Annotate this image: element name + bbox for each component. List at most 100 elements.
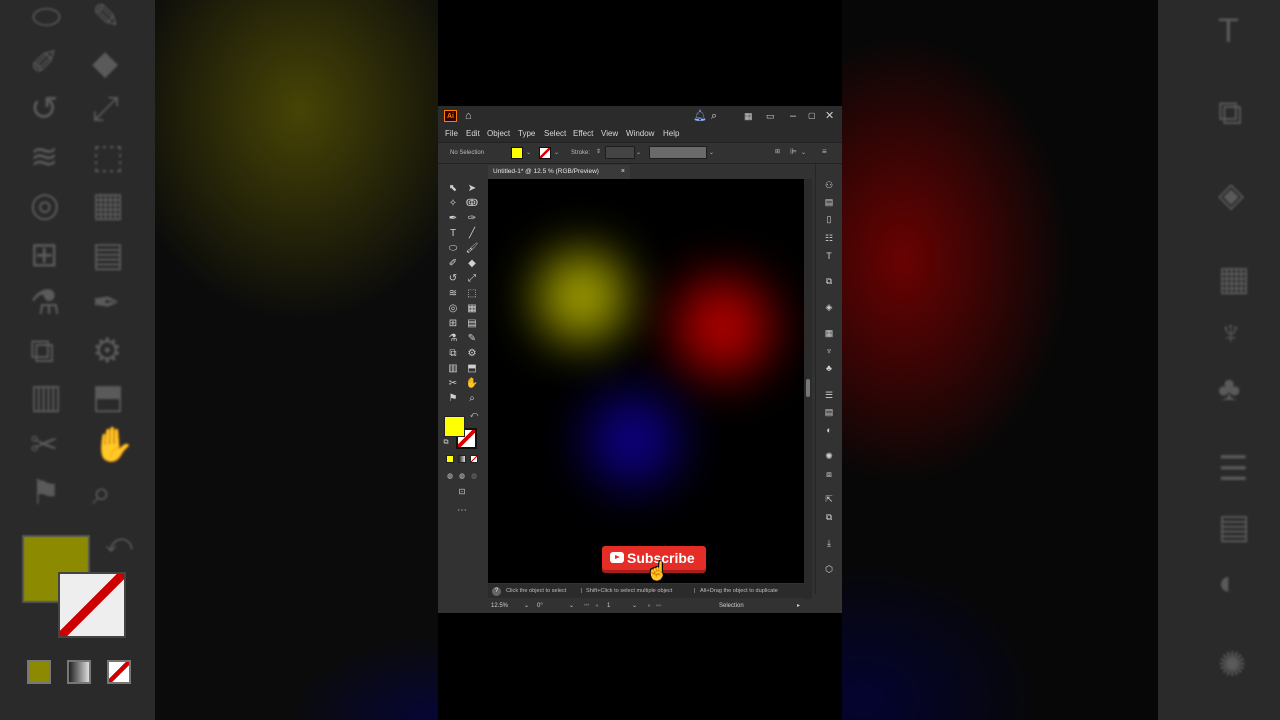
gradient-mode-button[interactable] <box>458 455 466 463</box>
direct-selection-tool-icon[interactable]: ➤ <box>463 182 481 196</box>
swatches-panel-icon[interactable]: ▦ <box>822 326 836 340</box>
zoom-dropdown-icon[interactable]: ⌄ <box>524 601 529 611</box>
vertical-scrollbar[interactable] <box>804 179 812 599</box>
workspace-icon[interactable]: ▭ <box>766 108 775 124</box>
blend-tool-icon[interactable]: ⧉ <box>444 347 462 361</box>
edit-toolbar-icon[interactable]: ⋯ <box>453 504 471 518</box>
close-icon[interactable]: ✕ <box>825 108 834 124</box>
transform-icon[interactable]: ⊫ <box>790 147 797 157</box>
symbols-panel-icon[interactable]: ♣ <box>822 361 836 375</box>
maximize-icon[interactable]: ▢ <box>808 108 816 124</box>
none-mode-button[interactable] <box>470 455 478 463</box>
stroke-color-swatch[interactable] <box>539 147 551 159</box>
stroke-panel-icon[interactable]: ☰ <box>822 388 836 402</box>
last-artboard-icon[interactable]: ⏭ <box>656 601 661 611</box>
bell-icon[interactable]: 🔔︎ <box>693 108 707 124</box>
touch-type-icon[interactable]: T <box>822 249 836 263</box>
menu-view[interactable]: View <box>601 128 618 140</box>
draw-inside-icon[interactable]: ◍ <box>465 470 483 484</box>
panel-menu-icon[interactable]: ≡ <box>822 147 827 157</box>
gradient-panel-icon[interactable]: ▤ <box>822 405 836 419</box>
brushes-panel-icon[interactable]: ♆ <box>822 344 836 358</box>
shaper-tool-icon[interactable]: ✐ <box>444 257 462 271</box>
line-tool-icon[interactable]: ╱ <box>463 227 481 241</box>
minimize-icon[interactable]: – <box>790 108 796 124</box>
fill-dropdown-icon[interactable]: ⌄ <box>526 148 531 158</box>
next-artboard-icon[interactable]: ▸ <box>648 601 651 611</box>
tool-fill-swatch[interactable] <box>444 416 465 437</box>
help-icon[interactable]: ? <box>492 587 501 596</box>
document-tab[interactable]: Untitled-1* @ 12.5 % (RGB/Preview) × <box>488 165 630 179</box>
measure-tool-icon[interactable]: ✎ <box>463 332 481 346</box>
export-panel-icon[interactable]: ⇱ <box>822 492 836 506</box>
free-transform-tool-icon[interactable]: ⬚ <box>463 287 481 301</box>
shape-builder-tool-icon[interactable]: ◎ <box>444 302 462 316</box>
perspective-grid-tool-icon[interactable]: ▦ <box>463 302 481 316</box>
menu-file[interactable]: File <box>445 128 458 140</box>
artboard-dropdown-icon[interactable]: ⌄ <box>632 601 637 611</box>
variable-width-profile[interactable] <box>649 146 707 159</box>
ellipse-tool-icon[interactable]: ⬭ <box>444 242 462 256</box>
first-artboard-icon[interactable]: ⏮ <box>584 601 589 611</box>
hand-tool-icon[interactable]: ✋ <box>463 377 481 391</box>
gradient-tool-icon[interactable]: ▤ <box>463 317 481 331</box>
adjustments-panel-icon[interactable]: ☷ <box>822 231 836 245</box>
blue-blur-circle[interactable] <box>570 377 696 503</box>
scale-tool-icon[interactable]: ⤢ <box>463 272 481 286</box>
menu-edit[interactable]: Edit <box>466 128 480 140</box>
stroke-dropdown-icon[interactable]: ⌄ <box>554 148 559 158</box>
artboard-number[interactable]: 1 <box>607 601 610 611</box>
libraries-panel-icon[interactable]: ▤ <box>822 195 836 209</box>
warp-tool-icon[interactable]: ≋ <box>444 287 462 301</box>
magic-wand-tool-icon[interactable]: ✧ <box>444 197 462 211</box>
appearance-panel-icon[interactable]: ✺ <box>822 449 836 463</box>
selection-tool-icon[interactable]: ⬉ <box>444 182 462 196</box>
screen-mode-icon[interactable]: ⊡ <box>453 485 471 499</box>
lasso-tool-icon[interactable]: ↂ <box>463 197 481 211</box>
rotation-angle[interactable]: 0° <box>537 601 543 611</box>
zoom-tool-icon[interactable]: ⌕ <box>463 392 481 406</box>
menu-type[interactable]: Type <box>518 128 535 140</box>
red-blur-circle[interactable] <box>658 257 788 397</box>
paintbrush-tool-icon[interactable]: 🖌︎ <box>463 242 481 256</box>
previous-artboard-icon[interactable]: ◂ <box>595 601 598 611</box>
color-mode-button[interactable] <box>446 455 454 463</box>
document-tab-close-icon[interactable]: × <box>621 165 625 179</box>
align-icon[interactable]: ⊞ <box>775 147 780 157</box>
graph-tool-icon[interactable]: ▥ <box>444 362 462 376</box>
menu-object[interactable]: Object <box>487 128 510 140</box>
properties-panel-icon[interactable]: ⚇ <box>822 178 836 192</box>
artboard-tool-icon[interactable]: ⬒ <box>463 362 481 376</box>
3d-materials-icon[interactable]: ⬡ <box>822 562 836 576</box>
rotate-tool-icon[interactable]: ↺ <box>444 272 462 286</box>
menu-select[interactable]: Select <box>544 128 566 140</box>
search-icon[interactable]: ⌕ <box>711 108 717 124</box>
arrange-documents-icon[interactable]: ▦ <box>744 108 753 124</box>
swap-fill-stroke-icon[interactable]: ⤺ <box>465 408 483 422</box>
layers-panel-icon[interactable]: ◈ <box>822 300 836 314</box>
menu-effect[interactable]: Effect <box>573 128 593 140</box>
pen-tool-icon[interactable]: ✒ <box>444 212 462 226</box>
status-menu-arrow-icon[interactable]: ▸ <box>797 601 800 611</box>
menu-help[interactable]: Help <box>663 128 679 140</box>
rotation-dropdown-icon[interactable]: ⌄ <box>569 601 574 611</box>
profile-dropdown-icon[interactable]: ⌄ <box>709 148 714 158</box>
eraser-tool-icon[interactable]: ◆ <box>463 257 481 271</box>
document-canvas[interactable] <box>488 179 804 583</box>
symbol-sprayer-tool-icon[interactable]: ⚙ <box>463 347 481 361</box>
home-icon[interactable]: ⌂ <box>465 108 472 124</box>
artboards-panel-icon[interactable]: ⧉ <box>822 510 836 524</box>
curvature-tool-icon[interactable]: ✑ <box>463 212 481 226</box>
stroke-weight-input[interactable] <box>605 146 635 159</box>
artboard[interactable] <box>488 179 804 583</box>
mesh-tool-icon[interactable]: ⊞ <box>444 317 462 331</box>
document-info-icon[interactable]: ▯ <box>822 212 836 226</box>
fill-color-swatch[interactable] <box>511 147 523 159</box>
slice-tool-icon[interactable]: ✂ <box>444 377 462 391</box>
type-tool-icon[interactable]: T <box>444 227 462 241</box>
transform-panel-icon[interactable]: ⧉ <box>822 274 836 288</box>
stroke-weight-dropdown-icon[interactable]: ⌄ <box>636 148 641 158</box>
stroke-stepper-icon[interactable]: ⇕ <box>596 147 601 157</box>
graphic-styles-icon[interactable]: ⧈ <box>822 467 836 481</box>
links-panel-icon[interactable]: ⤓ <box>822 536 836 550</box>
